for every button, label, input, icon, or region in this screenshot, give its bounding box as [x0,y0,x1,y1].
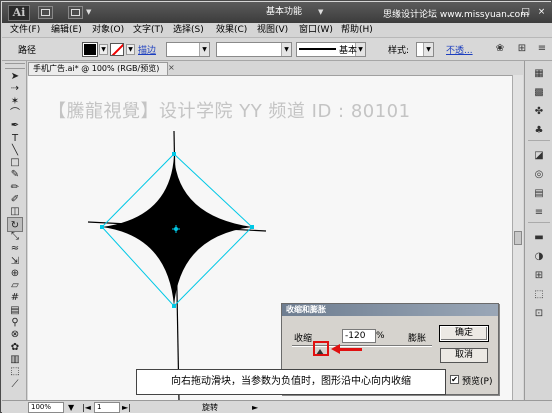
style-label: 样式: [388,46,410,56]
arrange-documents-button[interactable] [68,6,83,19]
vertical-scrollbar[interactable] [512,75,523,400]
preview-label: 预览(P) [462,377,493,387]
graphic-styles-icon[interactable]: ◪ [531,149,547,163]
title-bar: Ai ▼ 基本功能 ▼ 思缘设计论坛 www.missyuan.com _ □ … [2,2,552,23]
status-menu-icon[interactable]: ► [252,402,258,413]
expand-label: 膨胀 [408,334,427,344]
transform-icon[interactable]: ⬚ [531,288,547,302]
percent-label: % [376,331,385,341]
fill-dropdown-icon[interactable]: ▼ [99,44,108,55]
anchor-right[interactable] [250,225,254,229]
bridge-button[interactable] [38,6,53,19]
menu-object[interactable]: 对象(O) [92,24,124,37]
right-panel-dock: ▦ ▩ ✤ ♣ ◪ ◎ ▤ ≡ ▬ ◑ ⊞ ⬚ ⊡ [524,61,552,401]
menu-bar: 文件(F) 编辑(E) 对象(O) 文字(T) 选择(S) 效果(C) 视图(V… [2,23,552,38]
preview-checkbox[interactable]: ✔ [450,375,459,384]
maximize-button[interactable]: □ [518,5,533,19]
menu-window[interactable]: 窗口(W) [299,24,333,37]
annotation-arrow-line [338,348,362,351]
ok-button[interactable]: 确定 [439,325,489,342]
layers-icon[interactable]: ▤ [531,187,547,201]
stroke-weight-field[interactable]: ▼ [166,42,210,57]
artboard-number-field[interactable]: 1 [94,402,120,413]
menu-file[interactable]: 文件(F) [10,24,40,37]
anchor-top[interactable] [172,152,176,156]
anchor-bottom[interactable] [172,304,176,308]
status-bar: 100% ▼ |◄ 1 ►| 旋转 ► [2,400,552,413]
vertical-scrollbar-thumb[interactable] [514,231,522,245]
color-icon[interactable]: ▦ [531,67,547,81]
variable-width-dropdown-icon[interactable]: ▼ [281,43,291,56]
app-logo: Ai [8,5,30,21]
tutorial-callout: 向右拖动滑块，当参数为负值时，图形沿中心向内收缩 [136,369,446,395]
slider-highlight-box [313,341,329,356]
document-tab-close-icon[interactable]: × [168,63,175,72]
stroke-link[interactable]: 描边 [138,43,156,56]
next-artboard-icon[interactable]: ►| [122,402,131,413]
fill-color-swatch[interactable] [82,42,98,57]
close-button[interactable]: × [534,5,549,19]
current-tool-label: 旋转 [202,403,218,412]
graphic-style-field[interactable]: ▼ [416,42,434,57]
shrink-label: 收缩 [294,334,313,344]
workspace-dropdown-icon[interactable]: ▼ [318,8,323,16]
transparency-icon[interactable]: ◑ [531,250,547,264]
amount-input[interactable]: -120 [342,329,376,343]
opacity-link[interactable]: 不透... [446,43,473,56]
gradient-icon[interactable]: ▬ [531,231,547,245]
cancel-button[interactable]: 取消 [440,348,488,363]
stroke-weight-dropdown-icon[interactable]: ▼ [199,43,209,56]
dock-separator [528,140,550,141]
brush-basic-label: 基本 [339,46,358,56]
pathfinder-icon[interactable]: ⊡ [531,307,547,321]
anchor-left[interactable] [100,225,104,229]
first-artboard-icon[interactable]: |◄ [82,402,91,413]
control-bar: 路径 ▼ ▼ 描边 ▼ ▼ ▼ 基本 样式: ▼ 不透... ❀ ⊞ ≡ [2,38,552,61]
brushes-icon[interactable]: ✤ [531,105,547,119]
slice-tool[interactable]: ⟋ [7,377,23,392]
appearance-icon[interactable]: ◎ [531,168,547,182]
control-menu-icon[interactable]: ≡ [534,42,550,56]
menu-help[interactable]: 帮助(H) [341,24,373,37]
app-window: Ai ▼ 基本功能 ▼ 思缘设计论坛 www.missyuan.com _ □ … [0,0,552,413]
dock-separator [528,222,550,223]
arrange-dropdown-icon[interactable]: ▼ [86,8,91,16]
stroke-icon[interactable]: ≡ [531,206,547,220]
menu-edit[interactable]: 编辑(E) [51,24,82,37]
menu-type[interactable]: 文字(T) [133,24,164,37]
document-tab[interactable]: 手机广告.ai* @ 100% (RGB/预览) [28,62,168,75]
pucker-star-shape[interactable] [102,156,252,306]
swatches-icon[interactable]: ▩ [531,86,547,100]
dialog-title[interactable]: 收缩和膨胀 [282,304,498,316]
stroke-color-swatch[interactable] [110,43,124,56]
tools-panel: ➤ ⇢ ✶ ⌒ ✒ T ╲ □ ✎ ✏ ✐ ◫ ↻ ⤡ ≈ ⇲ ⊕ ▱ # ▤ ⚲ ⊗ ✿ ▥ ⬚ ⟋ [3,61,27,401]
style-dropdown-icon[interactable]: ▼ [423,43,433,56]
minimize-button[interactable]: _ [502,5,517,19]
zoom-dropdown-icon[interactable]: ▼ [68,402,74,413]
selection-type-label: 路径 [18,46,37,56]
menu-select[interactable]: 选择(S) [173,24,204,37]
align-panel-icon[interactable]: ⊞ [514,42,530,56]
variable-width-field[interactable]: ▼ [216,42,292,57]
symbols-icon[interactable]: ♣ [531,124,547,138]
zoom-field[interactable]: 100% [28,402,64,413]
menu-view[interactable]: 视图(V) [257,24,288,37]
menu-effect[interactable]: 效果(C) [216,24,247,37]
recolor-artwork-icon[interactable]: ❀ [492,42,508,56]
brush-stroke-preview [299,48,336,50]
align-icon[interactable]: ⊞ [531,269,547,283]
stroke-dropdown-icon[interactable]: ▼ [126,44,135,55]
